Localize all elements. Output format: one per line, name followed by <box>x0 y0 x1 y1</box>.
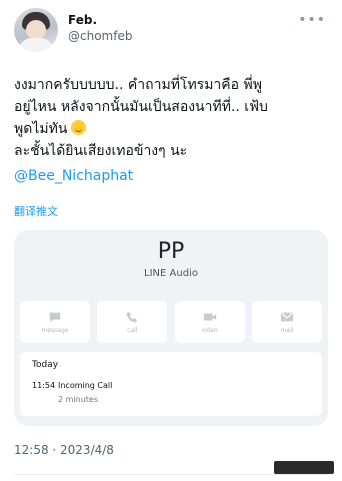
avatar-body <box>18 38 54 52</box>
watermark-logo <box>274 461 334 474</box>
history-time: 11:54 <box>32 381 56 390</box>
mention-link[interactable]: @Bee_Nichaphat <box>14 165 328 187</box>
contact-subtitle: LINE Audio <box>144 268 198 279</box>
tweet-line-with-emoji: พูดไม่ทัน <box>14 118 328 140</box>
history-call-type: Incoming Call <box>58 381 113 390</box>
user-handle[interactable]: @chomfeb <box>68 28 132 45</box>
mail-button[interactable]: mail <box>251 301 322 343</box>
video-button[interactable]: video <box>174 301 245 343</box>
tweet-line: อยู่ไหน หลังจากนั้นมันเป็นสองนาทีที่.. เ… <box>14 99 268 115</box>
call-label: call <box>127 327 138 334</box>
avatar-face <box>26 20 46 40</box>
tweet-header: Feb. @chomfeb ••• <box>14 8 328 56</box>
call-history: Today 11:54 Incoming Call 2 minutes <box>20 352 322 416</box>
video-label: video <box>201 327 218 334</box>
tweet-line: งงมากครับบบบบ.. คำถามที่โทรมาคือ พี่พู <box>14 77 262 93</box>
display-name[interactable]: Feb. <box>68 13 132 28</box>
divider <box>14 474 328 475</box>
sweat-smile-emoji-icon <box>71 120 87 135</box>
history-row[interactable]: 11:54 Incoming Call <box>32 381 310 391</box>
phone-icon <box>127 311 138 323</box>
more-horizontal-icon[interactable]: ••• <box>298 12 326 28</box>
tweet: Feb. @chomfeb ••• งงมากครับบบบบ.. คำถามท… <box>0 0 342 481</box>
user-names: Feb. @chomfeb <box>68 13 132 45</box>
history-duration: 2 minutes <box>58 395 99 404</box>
history-day: Today <box>32 360 59 370</box>
line-contact-card: PP LINE Audio message call video mail To… <box>14 230 328 426</box>
contact-name: PP <box>157 239 185 264</box>
message-label: message <box>41 327 69 334</box>
mail-icon <box>280 312 294 322</box>
call-button[interactable]: call <box>97 301 168 343</box>
tweet-timestamp[interactable]: 12:58 · 2023/4/8 <box>14 443 328 457</box>
video-icon <box>203 313 216 321</box>
avatar[interactable] <box>14 8 58 52</box>
tweet-line: ละชั้นได้ยินเสียงเทอข้างๆ นะ <box>14 143 188 159</box>
message-button[interactable]: message <box>20 301 90 343</box>
tweet-text: งงมากครับบบบบ.. คำถามที่โทรมาคือ พี่พู อ… <box>14 74 328 162</box>
tweet-line: พูดไม่ทัน <box>14 121 68 137</box>
mail-label: mail <box>280 327 294 334</box>
message-icon <box>49 312 61 323</box>
contact-actions: message call video mail <box>14 301 328 343</box>
translate-link[interactable]: 翻译推文 <box>14 205 328 218</box>
